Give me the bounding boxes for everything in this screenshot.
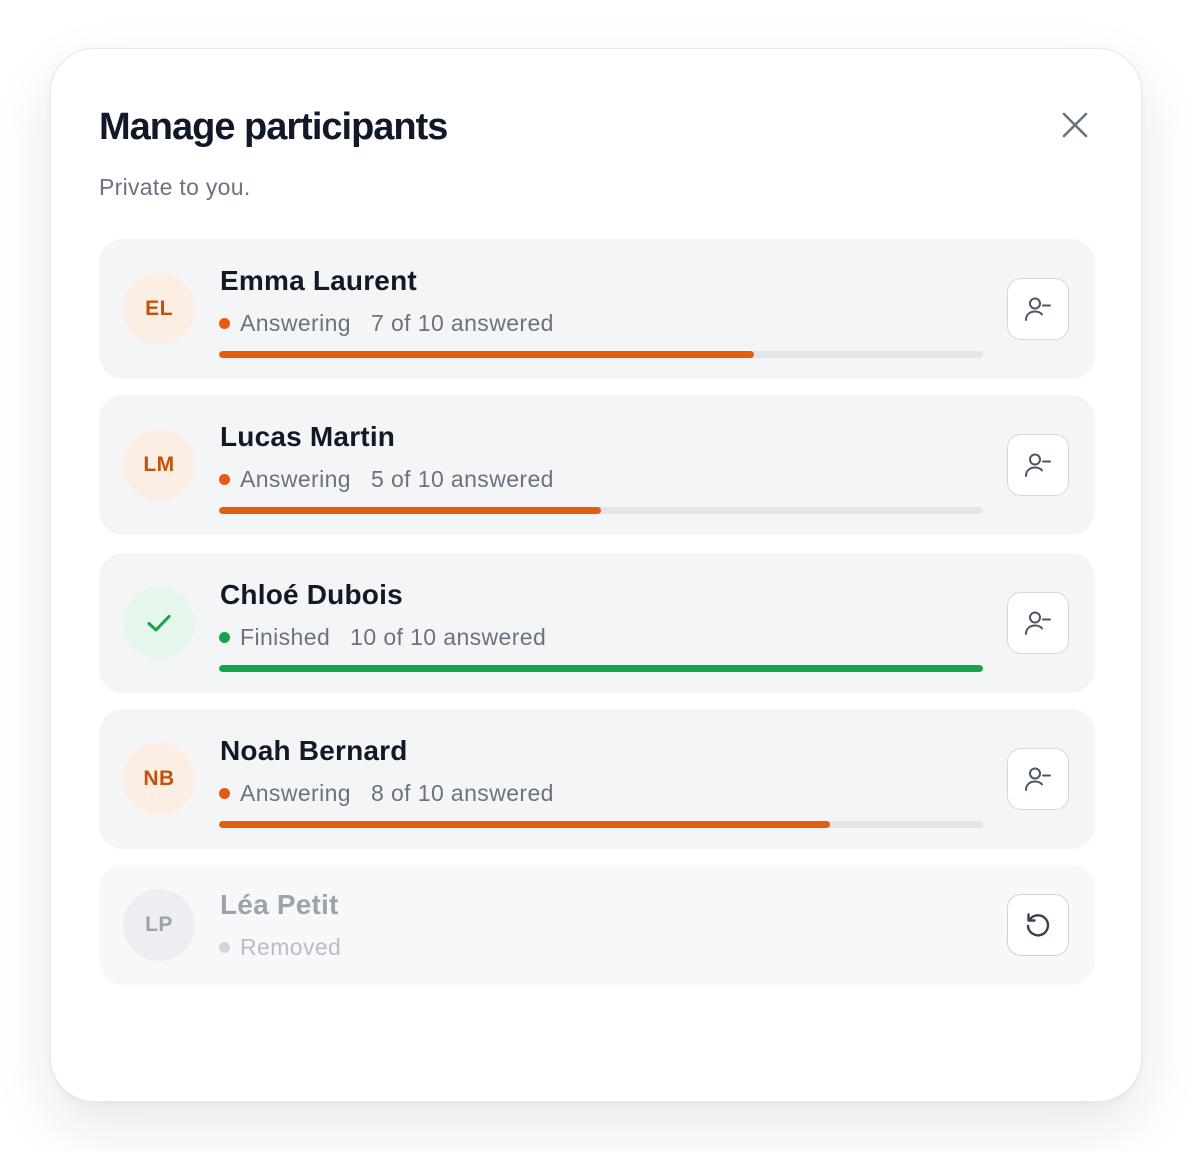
participant-name: Lucas Martin [220, 421, 396, 452]
participant-name: Léa Petit [220, 889, 339, 920]
progress-fill [219, 821, 831, 828]
participant-name: Noah Bernard [220, 735, 408, 766]
remove-participant-button[interactable] [1007, 748, 1069, 810]
status-label: Answering [240, 779, 351, 806]
avatar [123, 587, 195, 659]
participant-status: Answering 5 of 10 answered [219, 465, 554, 493]
answered-count: 10 of 10 answered [350, 623, 547, 650]
participant-row: NB Noah Bernard Answering 8 of 10 answer… [99, 709, 1095, 849]
participant-status: Finished 10 of 10 answered [219, 623, 546, 651]
participant-row: EL Emma Laurent Answering 7 of 10 answer… [99, 239, 1095, 379]
participant-status: Removed [219, 933, 341, 961]
progress-bar [219, 351, 983, 358]
status-label: Removed [240, 933, 342, 960]
participant-status: Answering 7 of 10 answered [219, 309, 554, 337]
status-label: Answering [240, 465, 351, 492]
user-minus-icon [1025, 611, 1051, 635]
status-dot-icon [219, 317, 230, 329]
status-dot-icon [219, 473, 230, 485]
progress-fill [219, 351, 754, 358]
answered-count: 7 of 10 answered [371, 309, 554, 336]
avatar: LM [123, 429, 195, 501]
status-dot-icon [219, 631, 230, 643]
avatar: NB [123, 743, 195, 815]
status-dot-icon [219, 787, 230, 799]
participant-name: Chloé Dubois [220, 579, 403, 610]
participant-row: Chloé Dubois Finished 10 of 10 answered [99, 553, 1095, 693]
close-icon [1062, 112, 1088, 138]
progress-fill [219, 507, 601, 514]
answered-count: 8 of 10 answered [371, 779, 554, 806]
avatar: LP [123, 889, 195, 961]
avatar: EL [123, 273, 195, 345]
user-minus-icon [1025, 767, 1051, 791]
remove-participant-button[interactable] [1007, 278, 1069, 340]
status-label: Finished [240, 623, 331, 650]
answered-count: 5 of 10 answered [371, 465, 554, 492]
participant-status: Answering 8 of 10 answered [219, 779, 554, 807]
progress-fill [219, 665, 983, 672]
status-label: Answering [240, 309, 351, 336]
manage-participants-dialog: Manage participants Private to you. EL E… [50, 48, 1142, 1102]
progress-bar [219, 507, 983, 514]
progress-bar [219, 665, 983, 672]
restore-participant-button[interactable] [1007, 894, 1069, 956]
status-dot-icon [219, 941, 230, 953]
remove-participant-button[interactable] [1007, 592, 1069, 654]
user-minus-icon [1025, 297, 1051, 321]
progress-bar [219, 821, 983, 828]
remove-participant-button[interactable] [1007, 434, 1069, 496]
participant-row-removed: LP Léa Petit Removed [99, 865, 1095, 985]
user-minus-icon [1025, 453, 1051, 477]
restore-icon [1026, 913, 1050, 937]
participant-row: LM Lucas Martin Answering 5 of 10 answer… [99, 395, 1095, 535]
dialog-subtitle: Private to you. [99, 174, 251, 200]
participant-name: Emma Laurent [220, 265, 417, 296]
check-icon [147, 615, 171, 632]
close-button[interactable] [1051, 101, 1099, 149]
dialog-title: Manage participants [99, 106, 448, 148]
